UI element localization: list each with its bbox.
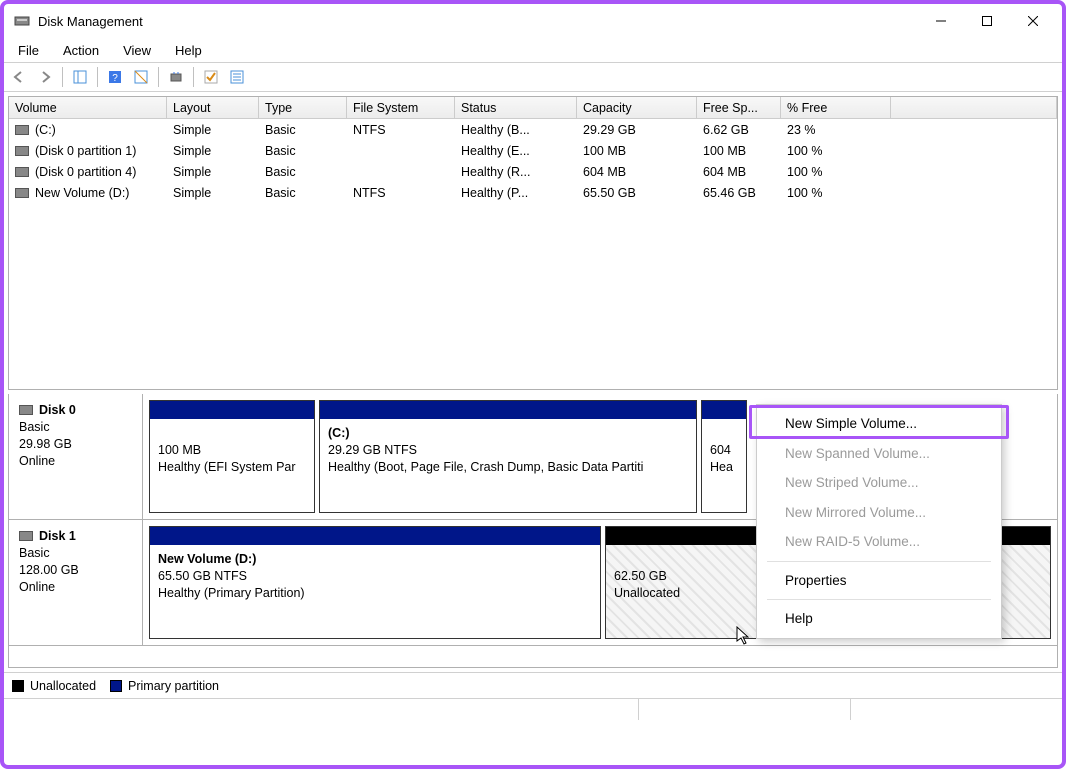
disk-icon bbox=[19, 531, 33, 541]
menu-view[interactable]: View bbox=[113, 41, 161, 60]
back-button[interactable] bbox=[8, 66, 30, 88]
disk-icon bbox=[15, 188, 29, 198]
volume-row[interactable]: (C:)SimpleBasicNTFSHealthy (B...29.29 GB… bbox=[9, 119, 1057, 140]
close-button[interactable] bbox=[1010, 5, 1056, 37]
disk-0-partition-c[interactable]: (C:) 29.29 GB NTFS Healthy (Boot, Page F… bbox=[319, 400, 697, 513]
disk-icon bbox=[15, 146, 29, 156]
ctx-new-raid5-volume: New RAID-5 Volume... bbox=[757, 527, 1001, 557]
ctx-new-spanned-volume: New Spanned Volume... bbox=[757, 439, 1001, 469]
statusbar bbox=[4, 698, 1062, 720]
maximize-button[interactable] bbox=[964, 5, 1010, 37]
col-type[interactable]: Type bbox=[259, 97, 347, 118]
legend-primary: Primary partition bbox=[110, 679, 219, 693]
ctx-help[interactable]: Help bbox=[757, 604, 1001, 634]
legend-unallocated: Unallocated bbox=[12, 679, 96, 693]
help-button[interactable]: ? bbox=[104, 66, 126, 88]
col-filesystem[interactable]: File System bbox=[347, 97, 455, 118]
statusbar-pane bbox=[639, 699, 851, 720]
volume-list: Volume Layout Type File System Status Ca… bbox=[8, 96, 1058, 390]
menu-action[interactable]: Action bbox=[53, 41, 109, 60]
toolbar-separator bbox=[193, 67, 194, 87]
minimize-button[interactable] bbox=[918, 5, 964, 37]
ctx-separator bbox=[767, 561, 991, 562]
forward-button[interactable] bbox=[34, 66, 56, 88]
disk-icon bbox=[19, 405, 33, 415]
ctx-new-striped-volume: New Striped Volume... bbox=[757, 468, 1001, 498]
col-percent-free[interactable]: % Free bbox=[781, 97, 891, 118]
col-layout[interactable]: Layout bbox=[167, 97, 259, 118]
list-icon[interactable] bbox=[226, 66, 248, 88]
statusbar-pane bbox=[4, 699, 639, 720]
disk-0-info[interactable]: Disk 0 Basic 29.98 GB Online bbox=[9, 394, 143, 519]
col-status[interactable]: Status bbox=[455, 97, 577, 118]
volume-rows: (C:)SimpleBasicNTFSHealthy (B...29.29 GB… bbox=[9, 119, 1057, 389]
window-title: Disk Management bbox=[38, 14, 143, 29]
show-hide-tree-button[interactable] bbox=[69, 66, 91, 88]
col-free-space[interactable]: Free Sp... bbox=[697, 97, 781, 118]
disk-icon bbox=[15, 125, 29, 135]
titlebar: Disk Management bbox=[4, 4, 1062, 38]
toolbar: ? bbox=[4, 62, 1062, 92]
ctx-properties[interactable]: Properties bbox=[757, 566, 1001, 596]
volume-row[interactable]: (Disk 0 partition 4)SimpleBasicHealthy (… bbox=[9, 161, 1057, 182]
svg-text:?: ? bbox=[112, 73, 118, 84]
col-spacer bbox=[891, 97, 1057, 118]
context-menu: New Simple Volume... New Spanned Volume.… bbox=[756, 404, 1002, 639]
toolbar-separator bbox=[158, 67, 159, 87]
window-frame: Disk Management File Action View Help ? … bbox=[0, 0, 1066, 769]
ctx-new-simple-volume[interactable]: New Simple Volume... bbox=[757, 409, 1001, 439]
col-volume[interactable]: Volume bbox=[9, 97, 167, 118]
menubar: File Action View Help bbox=[4, 38, 1062, 62]
disk-1-partition-d[interactable]: New Volume (D:) 65.50 GB NTFS Healthy (P… bbox=[149, 526, 601, 639]
settings-icon[interactable] bbox=[130, 66, 152, 88]
disk-1-info[interactable]: Disk 1 Basic 128.00 GB Online bbox=[9, 520, 143, 645]
volume-list-header: Volume Layout Type File System Status Ca… bbox=[9, 97, 1057, 119]
menu-help[interactable]: Help bbox=[165, 41, 212, 60]
volume-row[interactable]: (Disk 0 partition 1)SimpleBasicHealthy (… bbox=[9, 140, 1057, 161]
toolbar-separator bbox=[62, 67, 63, 87]
ctx-separator bbox=[767, 599, 991, 600]
menu-file[interactable]: File bbox=[8, 41, 49, 60]
app-icon bbox=[14, 13, 30, 29]
ctx-new-mirrored-volume: New Mirrored Volume... bbox=[757, 498, 1001, 528]
legend: Unallocated Primary partition bbox=[4, 672, 1062, 698]
disk-0-partition-1[interactable]: 100 MB Healthy (EFI System Par bbox=[149, 400, 315, 513]
statusbar-pane bbox=[851, 699, 1062, 720]
col-capacity[interactable]: Capacity bbox=[577, 97, 697, 118]
check-icon[interactable] bbox=[200, 66, 222, 88]
volume-row[interactable]: New Volume (D:)SimpleBasicNTFSHealthy (P… bbox=[9, 182, 1057, 203]
toolbar-separator bbox=[97, 67, 98, 87]
disk-0-partition-4[interactable]: 604 Hea bbox=[701, 400, 747, 513]
disk-icon bbox=[15, 167, 29, 177]
refresh-button[interactable] bbox=[165, 66, 187, 88]
